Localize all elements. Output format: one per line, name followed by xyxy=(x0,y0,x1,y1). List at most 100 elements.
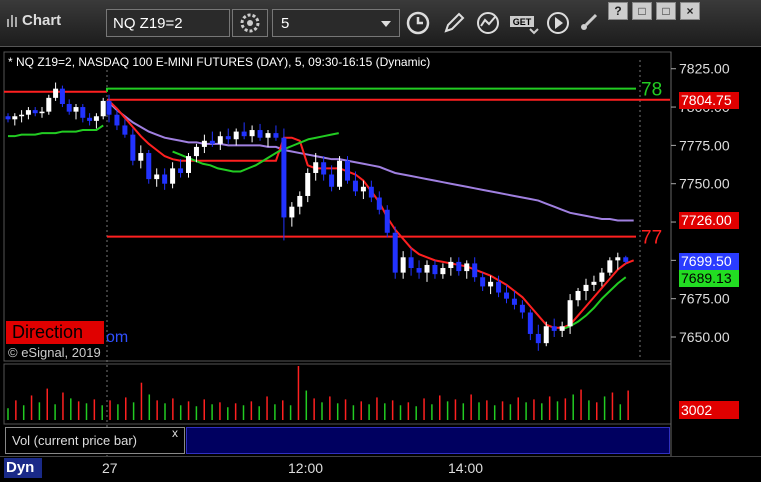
candle-body xyxy=(408,257,414,269)
symbol-input[interactable]: NQ Z19=2 xyxy=(106,9,230,37)
chart-info-line: * NQ Z19=2, NASDAQ 100 E-MINI FUTURES (D… xyxy=(8,55,431,69)
candle-body xyxy=(535,333,541,344)
interval-select[interactable]: 5 xyxy=(272,9,400,37)
candle-body xyxy=(543,326,549,344)
candle-body xyxy=(345,160,350,181)
y-tick-label: 7775.00 xyxy=(679,137,730,153)
candle-body xyxy=(575,291,581,301)
green-moving-average xyxy=(172,132,339,173)
candle-body xyxy=(93,116,99,121)
candle-body xyxy=(59,88,65,104)
y-tick-label: 7825.00 xyxy=(679,61,730,77)
candle-body xyxy=(615,257,621,261)
app-title: Chart xyxy=(6,12,61,29)
candle-body xyxy=(186,156,191,173)
dynamic-mode-button[interactable]: Dyn xyxy=(4,458,42,478)
volume-value-label: 3002 xyxy=(679,401,739,419)
gear-icon xyxy=(240,13,260,33)
green-level-line xyxy=(106,87,636,92)
candle-body xyxy=(32,110,38,114)
draw-button[interactable] xyxy=(440,9,468,37)
candle-body xyxy=(305,172,311,196)
candle-body xyxy=(225,136,231,140)
candle-body xyxy=(424,264,430,273)
play-button[interactable] xyxy=(544,9,572,37)
get-icon: GET xyxy=(510,16,539,35)
candle-body xyxy=(313,162,319,173)
candle-body xyxy=(170,168,176,184)
candle-body xyxy=(19,114,25,117)
candle-body xyxy=(368,186,374,198)
candle-body xyxy=(480,277,486,287)
candle-body xyxy=(154,174,160,180)
candle-body xyxy=(12,116,18,120)
candle-body xyxy=(432,264,438,275)
candle-body xyxy=(122,125,128,135)
volume-close-button[interactable]: x xyxy=(172,426,178,440)
pencil-icon xyxy=(444,12,465,33)
candle-body xyxy=(456,261,462,272)
candle-body xyxy=(25,110,31,115)
green-moving-average-end xyxy=(561,276,627,331)
candle-body xyxy=(241,131,247,137)
clock-icon xyxy=(406,11,430,35)
price-chart[interactable]: 7877 7825.007800.007775.007750.007725.00… xyxy=(0,0,761,481)
close-button[interactable]: × xyxy=(680,2,700,20)
candle-body xyxy=(297,195,303,207)
candle-body xyxy=(337,160,343,187)
candle-body xyxy=(66,103,72,112)
chevron-down-icon xyxy=(381,21,391,27)
candle-body xyxy=(273,133,279,138)
studies-button[interactable] xyxy=(474,9,502,37)
copyright: © eSignal, 2019 xyxy=(8,345,101,360)
candle-body xyxy=(146,153,152,180)
help-button[interactable]: ? xyxy=(608,2,628,20)
candle-body xyxy=(400,257,406,273)
green-level-label: 78 xyxy=(641,80,662,101)
settings-button[interactable] xyxy=(232,9,268,37)
volume-scrollbar[interactable] xyxy=(186,427,670,454)
price-panel-frame xyxy=(3,51,672,362)
candle-body xyxy=(551,326,557,331)
clock-button[interactable] xyxy=(404,9,432,37)
candle-body xyxy=(257,130,263,138)
candle-body xyxy=(73,107,79,112)
play-icon xyxy=(547,12,569,34)
candle-body xyxy=(5,116,11,120)
tools-icon xyxy=(581,13,598,30)
price-label-upper-red: 7804.75 xyxy=(679,91,739,109)
candle-body xyxy=(209,140,215,144)
maximize-button[interactable]: □ xyxy=(656,2,676,20)
candle-body xyxy=(53,88,59,98)
candle-body xyxy=(87,117,93,121)
candle-body xyxy=(114,114,120,126)
candle-body xyxy=(448,261,454,269)
tools-button[interactable] xyxy=(574,9,602,37)
time-label: 14:00 xyxy=(448,460,484,476)
candle-body xyxy=(100,100,106,117)
candle-body xyxy=(440,268,446,275)
restore-button[interactable]: □ xyxy=(632,2,652,20)
candle-body xyxy=(567,300,573,327)
toolbar: Chart NQ Z19=2 5 GET ? □ □ × xyxy=(0,0,761,47)
red-moving-average xyxy=(108,100,635,329)
candle-body xyxy=(607,260,613,273)
candle-body xyxy=(193,146,199,157)
candle-body xyxy=(376,197,382,210)
candle-body xyxy=(329,174,335,187)
candle-body xyxy=(488,281,494,287)
green-moving-average-prev xyxy=(8,124,104,138)
candle-body xyxy=(178,168,184,173)
direction-link[interactable]: om xyxy=(106,329,128,347)
candle-body xyxy=(511,298,517,305)
studies-icon xyxy=(477,12,499,34)
candle-body xyxy=(80,107,86,118)
get-button[interactable]: GET xyxy=(508,9,540,37)
volume-title: Vol (current price bar) xyxy=(12,433,137,448)
candle-body xyxy=(496,281,502,293)
candle-body xyxy=(281,137,287,218)
candle-body xyxy=(130,134,136,161)
candle-body xyxy=(249,130,255,137)
volume-panel-frame xyxy=(3,363,672,425)
candle-body xyxy=(504,292,509,299)
